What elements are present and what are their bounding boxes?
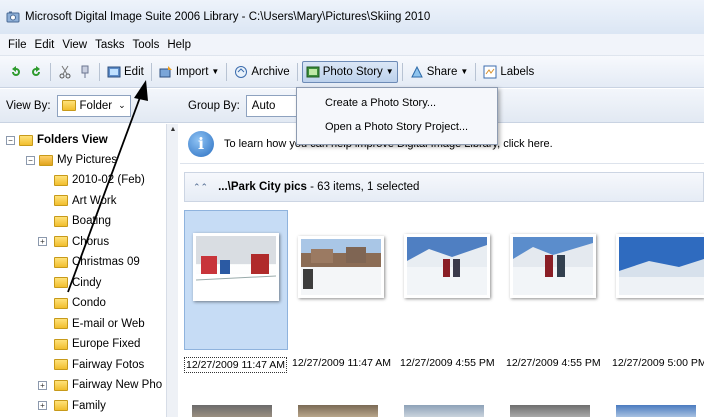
arrowhead-icon xyxy=(134,80,148,101)
annotation-arrow xyxy=(67,80,148,293)
